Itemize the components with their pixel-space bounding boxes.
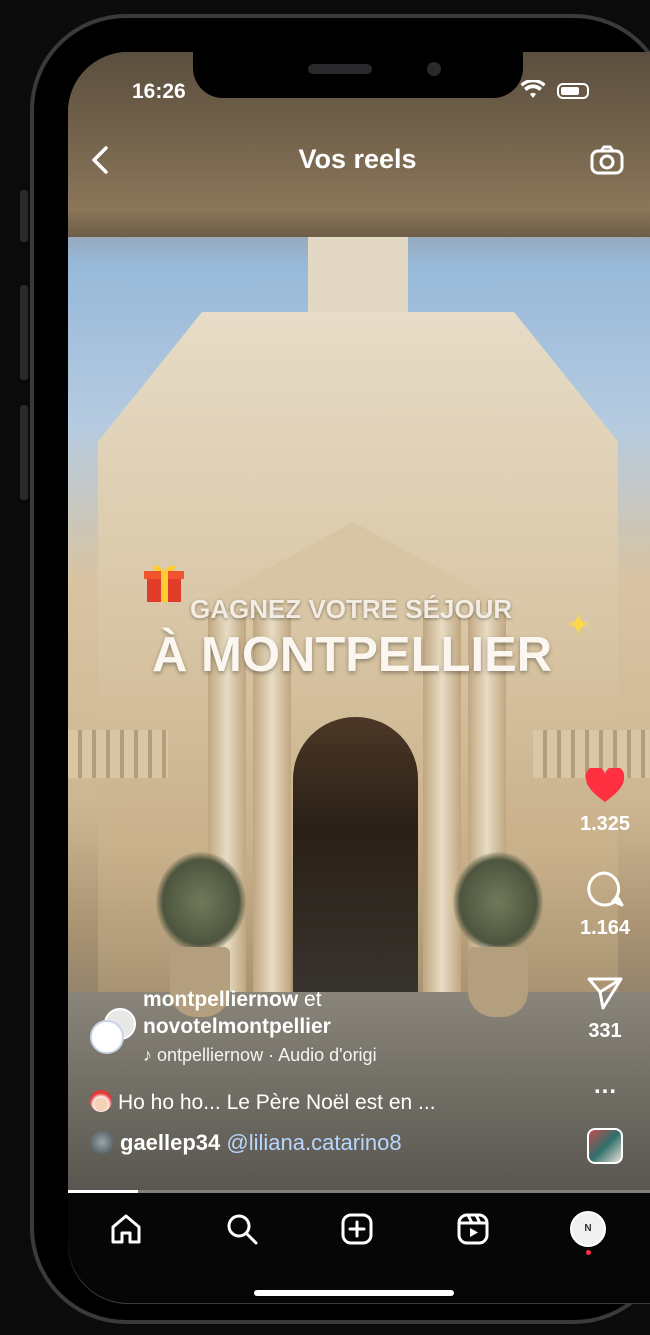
- balustrade-left: [68, 730, 168, 778]
- promo-city: À MONTPELLIER: [152, 628, 553, 682]
- author-link[interactable]: montpelliernow: [143, 988, 298, 1011]
- wifi-icon: [520, 78, 546, 106]
- nav-home[interactable]: [108, 1211, 144, 1247]
- collab-avatars[interactable]: [90, 1008, 140, 1054]
- notification-dot: [586, 1250, 591, 1255]
- reels-icon: [457, 1213, 489, 1245]
- nav-reels[interactable]: [455, 1211, 491, 1247]
- comment-button[interactable]: 1.164: [570, 870, 640, 940]
- planter-pot: [468, 947, 528, 1017]
- battery-icon: [557, 83, 589, 99]
- status-time: 16:26: [132, 80, 186, 103]
- post-caption[interactable]: Ho ho ho... Le Père Noël est en ...: [90, 1090, 436, 1115]
- heart-icon: [585, 766, 625, 802]
- gift-icon: [142, 560, 186, 604]
- author-connector: et: [304, 988, 322, 1011]
- home-indicator: [254, 1290, 454, 1296]
- share-button[interactable]: 331: [570, 975, 640, 1043]
- paper-plane-icon: [587, 977, 623, 1010]
- olive-plant: [156, 852, 246, 952]
- share-count: 331: [588, 1020, 622, 1042]
- create-plus-icon: [341, 1213, 373, 1245]
- santa-emoji-icon: [90, 1090, 112, 1112]
- camera-button[interactable]: [590, 144, 624, 176]
- like-button[interactable]: 1.325: [570, 766, 640, 836]
- nav-profile-avatar[interactable]: N: [570, 1211, 606, 1247]
- comment-count: 1.164: [579, 917, 631, 939]
- tag-user[interactable]: gaellep34: [120, 1130, 220, 1155]
- sparkle-icon: ✦: [566, 609, 592, 642]
- bottom-navigation: [68, 1193, 650, 1303]
- caption-text: Ho ho ho... Le Père Noël est en ...: [118, 1091, 436, 1114]
- tag-mention[interactable]: @liliana.catarino8: [226, 1130, 401, 1155]
- audio-thumbnail[interactable]: [587, 1128, 623, 1164]
- promo-headline: GAGNEZ VOTRE SÉJOUR: [190, 594, 513, 624]
- like-count: 1.325: [579, 813, 631, 835]
- camera-icon: [590, 145, 624, 175]
- post-authors: montpelliernow et novotelmontpellier: [143, 986, 331, 1040]
- search-icon: [227, 1214, 258, 1245]
- church-door: [293, 717, 418, 997]
- home-icon: [111, 1214, 141, 1244]
- page-title: Vos reels: [298, 144, 417, 174]
- audio-link[interactable]: ♪ ontpelliernow · Audio d'origi: [143, 1045, 377, 1066]
- avatar: [90, 1130, 114, 1154]
- tagged-users[interactable]: gaellep34 @liliana.catarino8: [90, 1130, 402, 1156]
- nav-create[interactable]: [339, 1211, 375, 1247]
- comment-bubble-icon: [587, 871, 624, 907]
- olive-plant: [453, 852, 543, 952]
- nav-search[interactable]: [224, 1211, 260, 1247]
- more-options-button[interactable]: ...: [594, 1072, 617, 1100]
- notch: [193, 42, 523, 98]
- avatar: [90, 1020, 124, 1054]
- author-link[interactable]: novotelmontpellier: [143, 1015, 331, 1038]
